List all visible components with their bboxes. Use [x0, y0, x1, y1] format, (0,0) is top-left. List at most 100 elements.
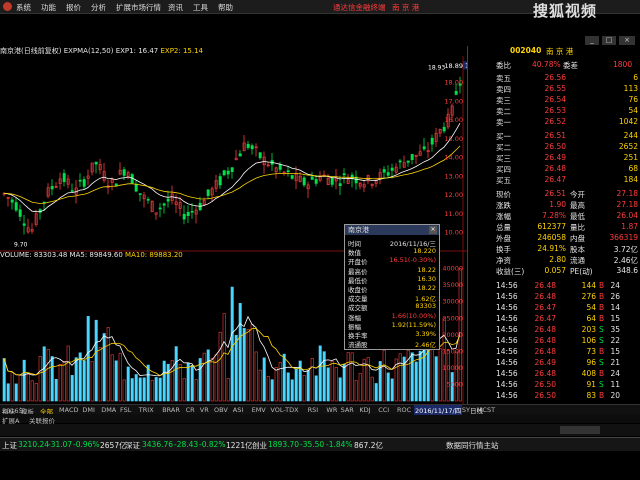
menu-function[interactable]: 功能: [41, 2, 56, 13]
indicator-tab[interactable]: EMV: [252, 406, 266, 414]
cy-index-change: -35.50: [300, 440, 325, 449]
volume-bar: [454, 351, 458, 402]
tick-side: S: [599, 358, 604, 367]
quote-value: 26.04: [616, 211, 638, 220]
volume-bar: [134, 374, 138, 402]
buy-level-row: 买四 26.48 68: [468, 164, 640, 175]
menu-quote[interactable]: 报价: [66, 2, 81, 13]
restore-icon[interactable]: □: [602, 36, 616, 45]
menu-analysis[interactable]: 分析: [91, 2, 106, 13]
indicator-tab[interactable]: MACD: [59, 406, 78, 414]
quote-row: 涨幅 7.28% 最低 26.04: [468, 211, 640, 222]
volume-bar: [266, 376, 270, 402]
tick-volume: 106: [581, 336, 596, 345]
volume-bar: [90, 361, 94, 402]
candle-body: [186, 211, 190, 216]
tick-side: B: [599, 303, 605, 312]
volume-bar: [54, 378, 58, 402]
popup-close-icon[interactable]: ×: [429, 226, 437, 234]
indicator-tab[interactable]: FSL: [120, 406, 131, 414]
indicator-tab[interactable]: OBV: [214, 406, 228, 414]
volume-bar: [182, 378, 186, 402]
volume-bar: [246, 329, 250, 402]
exp2-label: EXP2: 15.14: [160, 47, 204, 55]
volume-bar: [354, 380, 358, 402]
sh-index-amount: 2657亿: [100, 441, 127, 450]
volume-bar: [10, 372, 14, 402]
volume-bar: [390, 378, 394, 402]
indicator-tab[interactable]: TRIX: [139, 406, 154, 414]
data-window-popup[interactable]: 南京港 × 时间 2016/11/16/三 数值 18.220 开盘价 16.51(-0.…: [344, 224, 440, 350]
volume-bar: [338, 377, 342, 402]
volume-bar: [446, 349, 450, 402]
volume-bar: [326, 367, 330, 402]
quote-label: 流通: [570, 256, 585, 265]
volume-bar: [210, 358, 214, 402]
popup-row: 时间 2016/11/16/三: [345, 238, 439, 248]
volume-bar: [26, 374, 30, 402]
quote-label: 现价: [496, 190, 511, 199]
tick-time: 14:56: [496, 347, 518, 356]
order-price: 26.50: [544, 142, 566, 151]
volume-bar: [42, 346, 46, 402]
indicator-tab[interactable]: VR: [200, 406, 209, 414]
tick-side: B: [599, 292, 605, 301]
candle-body: [302, 177, 306, 186]
menu-system[interactable]: 系统: [16, 2, 31, 13]
indicator-tab[interactable]: WR: [326, 406, 337, 414]
close-icon[interactable]: ×: [619, 36, 635, 45]
volume-bar: [358, 373, 362, 402]
cy-index-pct: -1.84%: [326, 440, 353, 449]
indicator-tab[interactable]: CR: [186, 406, 195, 414]
scroll-thumb[interactable]: [560, 426, 600, 434]
menu-tools[interactable]: 工具: [193, 2, 208, 13]
volume-bar: [50, 356, 54, 402]
candle-body: [430, 137, 434, 145]
sz-index-label: 深证: [125, 441, 140, 450]
quote-label: 量比: [570, 223, 585, 232]
indicator-tab[interactable]: SAR: [341, 406, 354, 414]
indicator-tab[interactable]: RSI: [308, 406, 319, 414]
tick-price: 26.48: [534, 336, 556, 345]
volume-bar: [126, 366, 130, 402]
indicator-tab[interactable]: BRAR: [162, 406, 180, 414]
volume-bar: [30, 380, 34, 402]
quote-value: 246058: [537, 233, 566, 242]
indicator-tab[interactable]: DMI: [82, 406, 95, 414]
volume-bar: [306, 369, 310, 402]
volume-bar: [286, 372, 290, 402]
quote-value: 612377: [537, 222, 566, 231]
popup-row: 收盘价 18.22: [345, 284, 439, 294]
menu-news[interactable]: 资讯: [168, 2, 183, 13]
quote-row: 总量 612377 量比 1.87: [468, 222, 640, 233]
low-price-mark: 9.70: [14, 241, 28, 248]
indicator-tab[interactable]: ASI: [233, 406, 244, 414]
horizontal-scrollbar[interactable]: [0, 424, 640, 436]
minimize-icon[interactable]: _: [585, 36, 599, 45]
quote-label: 今开: [570, 190, 585, 199]
date-start: 2016年: [2, 407, 26, 415]
indicator-tab[interactable]: CCI: [378, 406, 389, 414]
tick-count: 15: [610, 347, 620, 356]
order-label: 卖一: [496, 118, 511, 127]
indicator-tab[interactable]: KDJ: [359, 406, 370, 414]
order-price: 26.52: [544, 117, 566, 126]
indicator-tab[interactable]: DMA: [101, 406, 116, 414]
indicator-tab[interactable]: ROC: [397, 406, 411, 414]
menu-extended-market[interactable]: 扩展市场行情: [116, 2, 161, 13]
candle-body: [230, 167, 234, 172]
volume-axis-label: 25000: [442, 314, 463, 322]
popup-row: 最高价 18.22: [345, 266, 439, 276]
volume-bar: [58, 364, 62, 402]
volume-bar: [230, 286, 234, 402]
order-price: 26.47: [544, 175, 566, 184]
quote-value: 1.90: [549, 200, 566, 209]
order-price: 26.51: [544, 131, 566, 140]
popup-value: 1.92(11.59%): [391, 320, 436, 329]
popup-key: 流通股: [348, 341, 368, 350]
volume-bar: [18, 375, 22, 402]
date-period[interactable]: 日线: [470, 405, 483, 415]
tick-side: B: [599, 281, 605, 290]
indicator-tab[interactable]: VOL-TDX: [270, 406, 298, 414]
menu-help[interactable]: 帮助: [218, 2, 233, 13]
